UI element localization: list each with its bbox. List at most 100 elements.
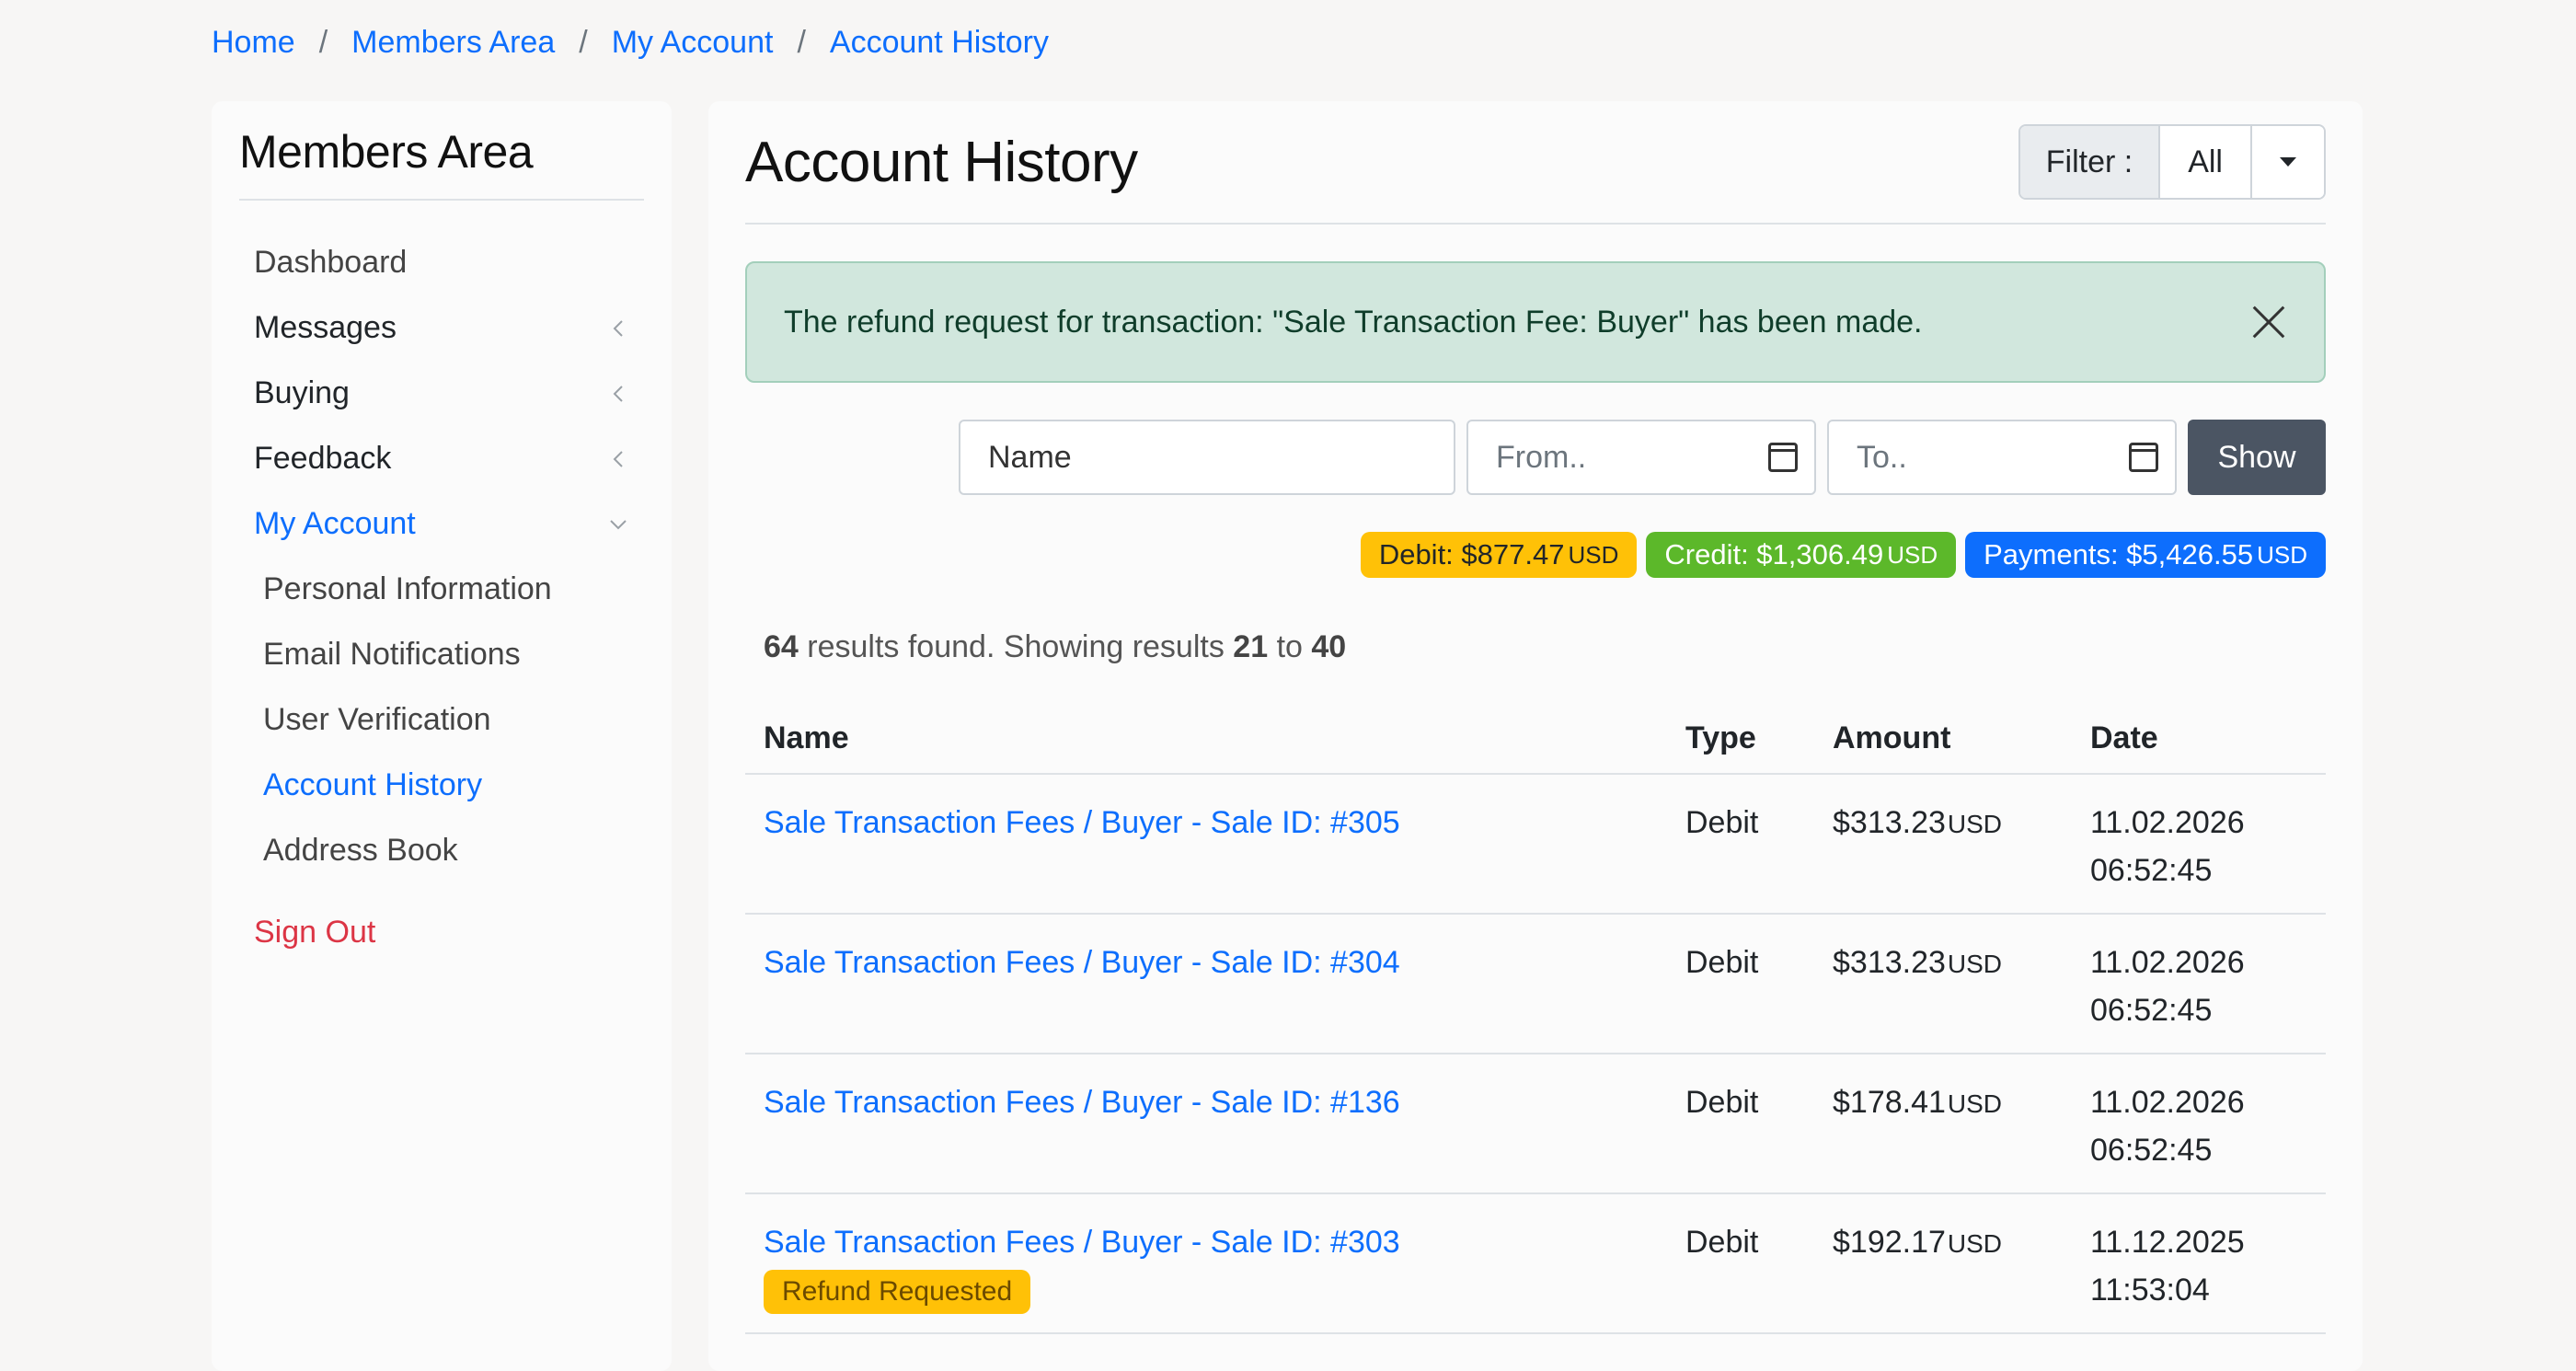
sidebar-item-label: Dashboard [254,245,408,280]
currency-label: USD [1947,1229,2003,1258]
sidebar-item-email-notifications[interactable]: Email Notifications [239,622,644,687]
column-header-date: Date [2072,720,2326,775]
time-value: 11:53:04 [2090,1273,2210,1308]
transaction-date: 11.02.2026 06:52:45 [2072,1054,2326,1194]
date-value: 11.12.2025 [2090,1225,2245,1260]
sidebar-item-account-history[interactable]: Account History [239,753,644,818]
table-header-row: Name Type Amount Date [745,720,2326,775]
transaction-type: Debit [1667,1054,1814,1194]
search-form: From.. To.. Show [745,420,2326,495]
chevron-left-icon [607,317,629,340]
transaction-type: Debit [1667,774,1814,915]
sidebar-item-label: Buying [254,375,350,410]
chevron-down-icon [607,513,629,536]
credit-total: Credit: $1,306.49 [1664,538,1884,570]
table-row: Sale Transaction Fees / Buyer - Sale ID:… [745,914,2326,1054]
results-total: 64 [764,629,799,664]
transaction-type: Debit [1667,1193,1814,1334]
name-search-input[interactable] [959,420,1455,495]
table-row: Sale Transaction Fees / Buyer - Sale ID:… [745,1193,2326,1334]
currency-label: USD [2257,540,2307,569]
transaction-date: 11.02.2026 06:52:45 [2072,774,2326,915]
payments-total: Payments: $5,426.55 [1984,538,2254,570]
currency-label: USD [1887,540,1938,569]
to-date-input[interactable]: To.. [1827,420,2177,495]
breadcrumb-separator: / [579,24,588,60]
sidebar-item-label: Feedback [254,441,392,476]
results-to: 40 [1311,629,1347,664]
currency-label: USD [1947,810,2003,838]
debit-total-badge: Debit: $877.47 USD [1360,532,1638,578]
transaction-date: 11.02.2026 06:52:45 [2072,914,2326,1054]
breadcrumb-separator: / [797,24,806,60]
sidebar-item-dashboard[interactable]: Dashboard [239,230,644,295]
breadcrumb-account-history[interactable]: Account History [830,25,1049,61]
sidebar-item-personal-information[interactable]: Personal Information [239,557,644,622]
amount-value: $313.23 [1833,805,1946,840]
history-table: Name Type Amount Date Sale Transaction F… [745,720,2326,1334]
chevron-left-icon [607,448,629,470]
time-value: 06:52:45 [2090,1133,2213,1168]
amount-value: $178.41 [1833,1085,1946,1120]
transaction-link[interactable]: Sale Transaction Fees / Buyer - Sale ID:… [764,945,1400,980]
results-summary: 64 results found. Showing results 21 to … [745,629,2326,665]
page-title: Account History [745,130,1138,194]
breadcrumb-my-account[interactable]: My Account [612,25,774,61]
currency-label: USD [1947,950,2003,978]
from-date-placeholder: From.. [1496,439,1587,475]
payments-total-badge: Payments: $5,426.55 USD [1965,532,2326,578]
transaction-amount: $192.17USD [1814,1193,2072,1334]
to-date-placeholder: To.. [1857,439,1907,475]
results-from: 21 [1233,629,1269,664]
chevron-left-icon [607,383,629,405]
results-text: results found. Showing results [798,629,1234,664]
sidebar-item-address-book[interactable]: Address Book [239,818,644,883]
sidebar-item-label: User Verification [263,702,491,737]
sidebar-item-feedback[interactable]: Feedback [239,426,644,491]
breadcrumb-home[interactable]: Home [212,25,295,61]
column-header-amount: Amount [1814,720,2072,775]
transaction-link[interactable]: Sale Transaction Fees / Buyer - Sale ID:… [764,1225,1400,1260]
debit-total: Debit: $877.47 [1378,538,1565,570]
totals-badges: Debit: $877.47 USD Credit: $1,306.49 USD… [745,532,2326,578]
filter-value[interactable]: All [2160,126,2252,198]
transaction-amount: $178.41USD [1814,1054,2072,1194]
filter-label: Filter : [2019,126,2161,198]
sign-out-link[interactable]: Sign Out [239,900,644,965]
sidebar-nav: Dashboard Messages Buying Feedback My Ac… [239,230,644,965]
sidebar-item-my-account[interactable]: My Account [239,491,644,557]
close-icon[interactable] [2250,304,2287,340]
caret-down-icon [2280,157,2296,167]
show-button[interactable]: Show [2188,420,2326,495]
calendar-icon[interactable] [1768,443,1798,472]
calendar-icon[interactable] [2129,443,2158,472]
column-header-name: Name [745,720,1667,775]
filter-dropdown[interactable]: Filter : All [2018,124,2326,200]
sidebar: Members Area Dashboard Messages Buying F… [212,101,672,1371]
sidebar-item-buying[interactable]: Buying [239,361,644,426]
sidebar-item-label: Address Book [263,833,458,868]
transaction-link[interactable]: Sale Transaction Fees / Buyer - Sale ID:… [764,805,1400,840]
sign-out-label: Sign Out [254,915,376,950]
sidebar-item-user-verification[interactable]: User Verification [239,687,644,753]
transaction-date: 11.12.2025 11:53:04 [2072,1193,2326,1334]
breadcrumb: Home / Members Area / My Account / Accou… [212,20,1049,64]
sidebar-item-label: Account History [263,767,483,802]
sidebar-title: Members Area [239,125,644,201]
sidebar-item-messages[interactable]: Messages [239,295,644,361]
amount-value: $192.17 [1833,1225,1946,1260]
main-header: Account History Filter : All [745,101,2326,225]
success-alert: The refund request for transaction: "Sal… [745,261,2326,383]
results-text: to [1268,629,1312,664]
transaction-link[interactable]: Sale Transaction Fees / Buyer - Sale ID:… [764,1085,1400,1120]
sidebar-item-label: Messages [254,310,397,345]
currency-label: USD [1947,1089,2003,1118]
filter-toggle-button[interactable] [2252,126,2324,198]
alert-message: The refund request for transaction: "Sal… [784,304,1923,340]
table-row: Sale Transaction Fees / Buyer - Sale ID:… [745,1054,2326,1194]
breadcrumb-members-area[interactable]: Members Area [351,25,555,61]
from-date-input[interactable]: From.. [1466,420,1816,495]
amount-value: $313.23 [1833,945,1946,980]
sidebar-item-label: My Account [254,506,416,541]
currency-label: USD [1568,540,1619,569]
